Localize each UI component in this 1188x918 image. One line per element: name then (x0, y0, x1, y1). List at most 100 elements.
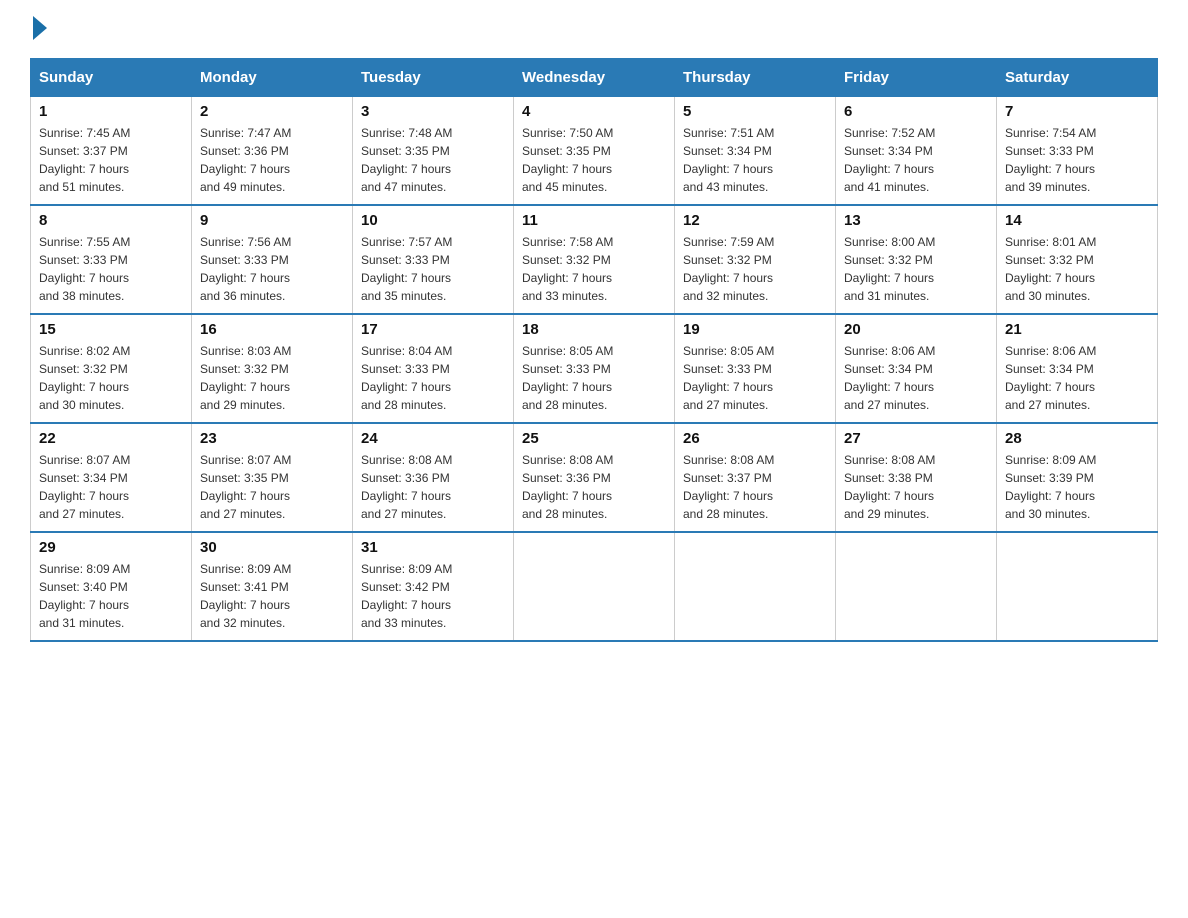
week-row-1: 1 Sunrise: 7:45 AMSunset: 3:37 PMDaylight… (31, 97, 1158, 206)
calendar-cell: 2 Sunrise: 7:47 AMSunset: 3:36 PMDaylight… (192, 97, 353, 206)
calendar-cell (836, 532, 997, 641)
day-number: 16 (200, 321, 344, 338)
calendar-cell: 4Sunrise: 7:50 AMSunset: 3:35 PMDaylight… (514, 97, 675, 206)
week-row-5: 29Sunrise: 8:09 AMSunset: 3:40 PMDayligh… (31, 532, 1158, 641)
day-number: 30 (200, 539, 344, 556)
day-number: 23 (200, 430, 344, 447)
day-number: 6 (844, 103, 988, 120)
week-row-3: 15 Sunrise: 8:02 AMSunset: 3:32 PMDayligh… (31, 314, 1158, 423)
calendar-cell: 26 Sunrise: 8:08 AMSunset: 3:37 PMDayligh… (675, 423, 836, 532)
calendar-header: SundayMondayTuesdayWednesdayThursdayFrid… (31, 59, 1158, 97)
day-info: Sunrise: 8:04 AMSunset: 3:33 PMDaylight:… (361, 342, 505, 414)
day-number: 25 (522, 430, 666, 447)
day-info: Sunrise: 8:09 AMSunset: 3:40 PMDaylight:… (39, 560, 183, 632)
calendar-cell: 25Sunrise: 8:08 AMSunset: 3:36 PMDayligh… (514, 423, 675, 532)
calendar-body: 1 Sunrise: 7:45 AMSunset: 3:37 PMDaylight… (31, 97, 1158, 642)
header-cell-tuesday: Tuesday (353, 59, 514, 97)
week-row-4: 22 Sunrise: 8:07 AMSunset: 3:34 PMDayligh… (31, 423, 1158, 532)
header-cell-saturday: Saturday (997, 59, 1158, 97)
calendar-cell: 6 Sunrise: 7:52 AMSunset: 3:34 PMDaylight… (836, 97, 997, 206)
calendar-cell: 13Sunrise: 8:00 AMSunset: 3:32 PMDayligh… (836, 205, 997, 314)
day-info: Sunrise: 7:52 AMSunset: 3:34 PMDaylight:… (844, 124, 988, 196)
day-number: 2 (200, 103, 344, 120)
calendar-cell: 19 Sunrise: 8:05 AMSunset: 3:33 PMDayligh… (675, 314, 836, 423)
calendar-cell: 28 Sunrise: 8:09 AMSunset: 3:39 PMDayligh… (997, 423, 1158, 532)
day-number: 3 (361, 103, 505, 120)
calendar-cell: 31 Sunrise: 8:09 AMSunset: 3:42 PMDayligh… (353, 532, 514, 641)
day-info: Sunrise: 8:03 AMSunset: 3:32 PMDaylight:… (200, 342, 344, 414)
day-number: 22 (39, 430, 183, 447)
day-number: 21 (1005, 321, 1149, 338)
day-info: Sunrise: 8:09 AMSunset: 3:39 PMDaylight:… (1005, 451, 1149, 523)
calendar-table: SundayMondayTuesdayWednesdayThursdayFrid… (30, 58, 1158, 642)
day-number: 17 (361, 321, 505, 338)
calendar-cell: 8Sunrise: 7:55 AMSunset: 3:33 PMDaylight… (31, 205, 192, 314)
day-info: Sunrise: 7:57 AMSunset: 3:33 PMDaylight:… (361, 233, 505, 305)
calendar-cell: 7 Sunrise: 7:54 AMSunset: 3:33 PMDaylight… (997, 97, 1158, 206)
calendar-cell: 27 Sunrise: 8:08 AMSunset: 3:38 PMDayligh… (836, 423, 997, 532)
day-number: 24 (361, 430, 505, 447)
day-info: Sunrise: 8:08 AMSunset: 3:37 PMDaylight:… (683, 451, 827, 523)
day-number: 20 (844, 321, 988, 338)
calendar-cell: 9 Sunrise: 7:56 AMSunset: 3:33 PMDaylight… (192, 205, 353, 314)
day-number: 26 (683, 430, 827, 447)
calendar-cell: 14Sunrise: 8:01 AMSunset: 3:32 PMDayligh… (997, 205, 1158, 314)
day-number: 15 (39, 321, 183, 338)
day-info: Sunrise: 8:00 AMSunset: 3:32 PMDaylight:… (844, 233, 988, 305)
calendar-cell: 17 Sunrise: 8:04 AMSunset: 3:33 PMDayligh… (353, 314, 514, 423)
page-header (30, 20, 1158, 40)
day-number: 28 (1005, 430, 1149, 447)
calendar-cell (997, 532, 1158, 641)
header-cell-thursday: Thursday (675, 59, 836, 97)
day-number: 19 (683, 321, 827, 338)
day-info: Sunrise: 7:58 AMSunset: 3:32 PMDaylight:… (522, 233, 666, 305)
header-cell-monday: Monday (192, 59, 353, 97)
day-number: 9 (200, 212, 344, 229)
calendar-cell (675, 532, 836, 641)
day-number: 27 (844, 430, 988, 447)
day-number: 18 (522, 321, 666, 338)
week-row-2: 8Sunrise: 7:55 AMSunset: 3:33 PMDaylight… (31, 205, 1158, 314)
logo-triangle-icon (33, 16, 47, 40)
day-info: Sunrise: 7:47 AMSunset: 3:36 PMDaylight:… (200, 124, 344, 196)
day-info: Sunrise: 7:51 AMSunset: 3:34 PMDaylight:… (683, 124, 827, 196)
calendar-cell: 12Sunrise: 7:59 AMSunset: 3:32 PMDayligh… (675, 205, 836, 314)
header-row: SundayMondayTuesdayWednesdayThursdayFrid… (31, 59, 1158, 97)
day-number: 5 (683, 103, 827, 120)
day-number: 4 (522, 103, 666, 120)
day-info: Sunrise: 8:07 AMSunset: 3:35 PMDaylight:… (200, 451, 344, 523)
calendar-cell: 23 Sunrise: 8:07 AMSunset: 3:35 PMDayligh… (192, 423, 353, 532)
day-info: Sunrise: 8:08 AMSunset: 3:36 PMDaylight:… (361, 451, 505, 523)
calendar-cell: 11Sunrise: 7:58 AMSunset: 3:32 PMDayligh… (514, 205, 675, 314)
day-info: Sunrise: 8:02 AMSunset: 3:32 PMDaylight:… (39, 342, 183, 414)
day-info: Sunrise: 7:54 AMSunset: 3:33 PMDaylight:… (1005, 124, 1149, 196)
calendar-cell: 5 Sunrise: 7:51 AMSunset: 3:34 PMDaylight… (675, 97, 836, 206)
header-cell-sunday: Sunday (31, 59, 192, 97)
day-info: Sunrise: 8:05 AMSunset: 3:33 PMDaylight:… (522, 342, 666, 414)
day-number: 7 (1005, 103, 1149, 120)
day-info: Sunrise: 8:06 AMSunset: 3:34 PMDaylight:… (844, 342, 988, 414)
calendar-cell: 1 Sunrise: 7:45 AMSunset: 3:37 PMDaylight… (31, 97, 192, 206)
header-cell-wednesday: Wednesday (514, 59, 675, 97)
day-number: 1 (39, 103, 183, 120)
calendar-cell: 16 Sunrise: 8:03 AMSunset: 3:32 PMDayligh… (192, 314, 353, 423)
day-number: 14 (1005, 212, 1149, 229)
day-info: Sunrise: 8:08 AMSunset: 3:38 PMDaylight:… (844, 451, 988, 523)
calendar-cell: 10Sunrise: 7:57 AMSunset: 3:33 PMDayligh… (353, 205, 514, 314)
day-info: Sunrise: 7:56 AMSunset: 3:33 PMDaylight:… (200, 233, 344, 305)
day-info: Sunrise: 7:55 AMSunset: 3:33 PMDaylight:… (39, 233, 183, 305)
day-info: Sunrise: 7:45 AMSunset: 3:37 PMDaylight:… (39, 124, 183, 196)
day-info: Sunrise: 8:07 AMSunset: 3:34 PMDaylight:… (39, 451, 183, 523)
day-number: 31 (361, 539, 505, 556)
day-info: Sunrise: 8:09 AMSunset: 3:42 PMDaylight:… (361, 560, 505, 632)
day-info: Sunrise: 8:06 AMSunset: 3:34 PMDaylight:… (1005, 342, 1149, 414)
day-info: Sunrise: 8:05 AMSunset: 3:33 PMDaylight:… (683, 342, 827, 414)
calendar-cell: 29Sunrise: 8:09 AMSunset: 3:40 PMDayligh… (31, 532, 192, 641)
logo (30, 20, 49, 40)
day-info: Sunrise: 8:09 AMSunset: 3:41 PMDaylight:… (200, 560, 344, 632)
calendar-cell: 21 Sunrise: 8:06 AMSunset: 3:34 PMDayligh… (997, 314, 1158, 423)
calendar-cell: 15 Sunrise: 8:02 AMSunset: 3:32 PMDayligh… (31, 314, 192, 423)
header-cell-friday: Friday (836, 59, 997, 97)
calendar-cell: 22 Sunrise: 8:07 AMSunset: 3:34 PMDayligh… (31, 423, 192, 532)
calendar-cell: 24 Sunrise: 8:08 AMSunset: 3:36 PMDayligh… (353, 423, 514, 532)
